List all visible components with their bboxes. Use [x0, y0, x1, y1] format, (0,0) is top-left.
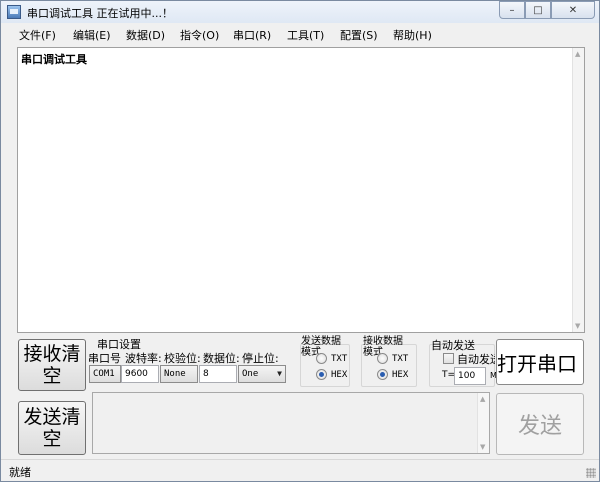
send-label: 发送	[517, 414, 562, 439]
status-text: 就绪	[9, 466, 31, 479]
menu-config[interactable]: 配置(S)	[340, 27, 378, 43]
clear-receive-button[interactable]: 接收清空	[18, 339, 86, 391]
parity-label: 校验位:	[164, 352, 201, 365]
scroll-up-icon[interactable]: ▲	[575, 50, 580, 58]
stopbits-select[interactable]: One ▼	[238, 365, 286, 383]
baud-select[interactable]: 9600	[121, 365, 159, 383]
title-bar[interactable]: 串口调试工具 正在试用中...！ – □ ✕	[1, 1, 599, 23]
send-scrollbar[interactable]: ▲ ▼	[477, 393, 489, 453]
stopbits-value: One	[242, 369, 259, 379]
port-select[interactable]: COM1	[89, 365, 121, 383]
scroll-down-icon[interactable]: ▼	[575, 322, 580, 330]
status-bar: 就绪	[1, 459, 599, 481]
receive-textarea[interactable]: 串口调试工具 ▲ ▼	[17, 47, 585, 333]
chevron-down-icon: ▼	[277, 369, 282, 378]
auto-send-checkbox[interactable]	[443, 353, 454, 364]
recv-txt-label: TXT	[392, 354, 409, 364]
parity-value: None	[164, 369, 186, 379]
window-controls: – □ ✕	[499, 1, 595, 19]
recv-txt-radio[interactable]	[377, 353, 388, 364]
maximize-button[interactable]: □	[525, 1, 551, 19]
menu-help[interactable]: 帮助(H)	[393, 27, 432, 43]
open-port-button[interactable]: 打开串口	[496, 339, 584, 385]
menu-edit[interactable]: 编辑(E)	[73, 27, 111, 43]
clear-send-label: 发送清空	[23, 406, 81, 450]
menu-data[interactable]: 数据(D)	[126, 27, 165, 43]
port-value: COM1	[93, 369, 115, 379]
send-txt-radio[interactable]	[316, 353, 327, 364]
send-button[interactable]: 发送	[496, 393, 584, 455]
recv-hex-radio[interactable]	[377, 369, 388, 380]
app-icon	[7, 5, 21, 19]
databits-label: 数据位:	[203, 352, 240, 365]
app-window: 串口调试工具 正在试用中...！ – □ ✕ 文件(F) 编辑(E) 数据(D)…	[0, 0, 600, 482]
send-textarea[interactable]: ▲ ▼	[92, 392, 490, 454]
recv-hex-label: HEX	[392, 370, 409, 380]
send-hex-radio[interactable]	[316, 369, 327, 380]
menu-port[interactable]: 串口(R)	[233, 27, 271, 43]
interval-input[interactable]: 100	[454, 367, 486, 385]
send-hex-label: HEX	[331, 370, 348, 380]
interval-value: 100	[458, 371, 476, 381]
menu-bar: 文件(F) 编辑(E) 数据(D) 指令(O) 串口(R) 工具(T) 配置(S…	[1, 23, 599, 45]
open-port-label: 打开串口	[497, 351, 577, 376]
stopbits-label: 停止位:	[242, 352, 279, 365]
databits-input[interactable]: 8	[199, 365, 237, 383]
menu-file[interactable]: 文件(F)	[19, 27, 56, 43]
send-txt-label: TXT	[331, 354, 348, 364]
scroll-down-icon[interactable]: ▼	[480, 443, 485, 451]
clear-send-button[interactable]: 发送清空	[18, 401, 86, 455]
window-title: 串口调试工具 正在试用中...！	[27, 7, 173, 20]
port-label: 串口号:	[89, 352, 121, 365]
scroll-up-icon[interactable]: ▲	[480, 395, 485, 403]
close-icon: ✕	[568, 4, 578, 16]
parity-select[interactable]: None	[160, 365, 198, 383]
databits-value: 8	[203, 369, 209, 379]
menu-tools[interactable]: 工具(T)	[287, 27, 324, 43]
minimize-button[interactable]: –	[499, 1, 525, 19]
maximize-icon: □	[533, 4, 543, 16]
receive-scrollbar[interactable]: ▲ ▼	[572, 48, 584, 332]
auto-send-checkbox-label: 自动发送	[457, 353, 495, 366]
receive-text: 串口调试工具	[21, 53, 87, 66]
resize-grip-icon[interactable]	[586, 468, 596, 478]
baud-label: 波特率:	[125, 352, 162, 365]
baud-value: 9600	[125, 369, 148, 379]
close-button[interactable]: ✕	[551, 1, 595, 19]
menu-command[interactable]: 指令(O)	[180, 27, 219, 43]
clear-receive-label: 接收清空	[23, 343, 81, 387]
minimize-icon: –	[509, 4, 515, 16]
